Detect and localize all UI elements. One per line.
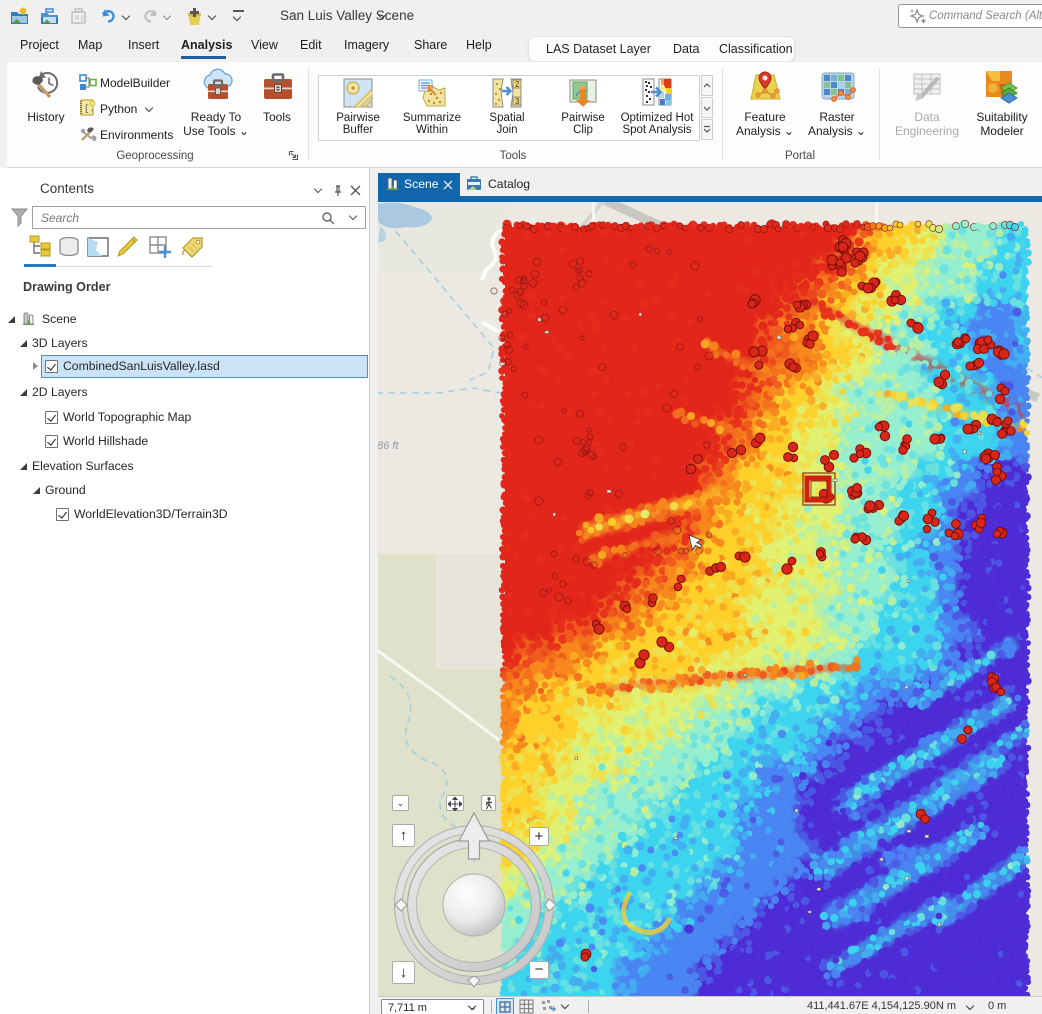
svg-text:2: 2: [515, 80, 520, 89]
svg-text:3: 3: [515, 97, 520, 106]
svg-text:586 ft: 586 ft: [378, 440, 399, 452]
